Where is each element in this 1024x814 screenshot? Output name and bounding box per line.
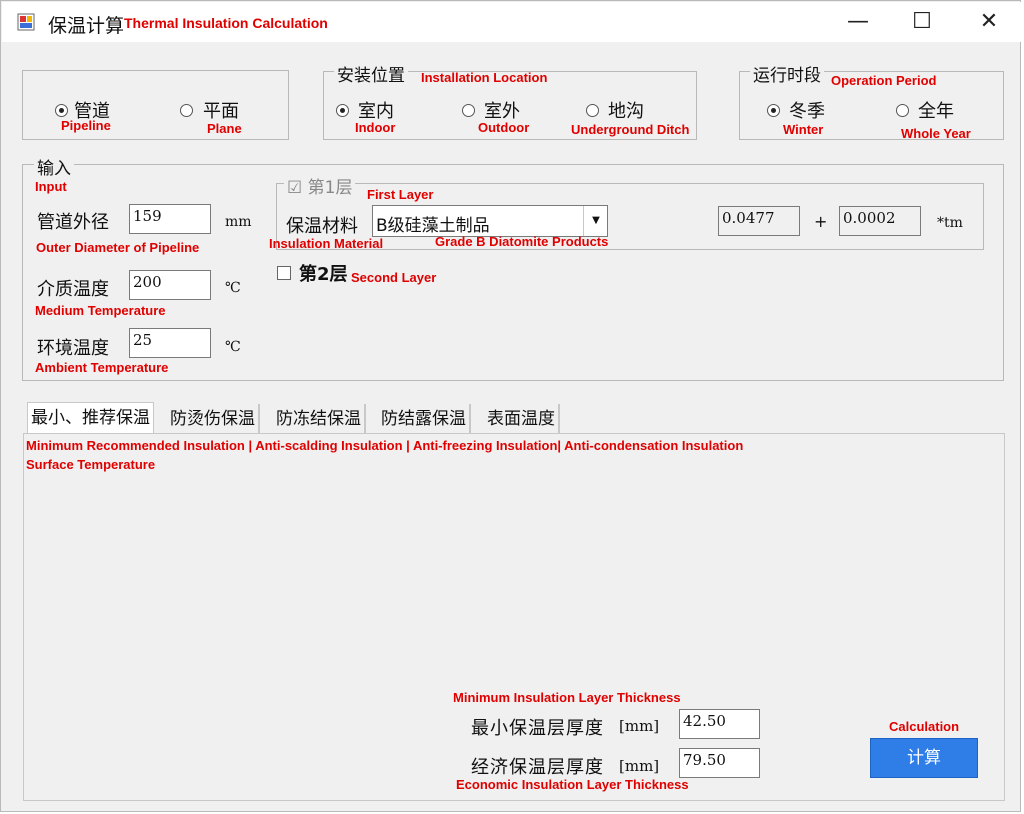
econ-thickness-label: 经济保温层厚度 [471, 757, 604, 778]
tab-anti-condensation[interactable]: 防结露保温 [378, 404, 471, 434]
medium-temp-input[interactable]: 200 [129, 270, 211, 300]
outer-diameter-annotation: Outer Diameter of Pipeline [36, 240, 200, 255]
close-button[interactable]: ✕ [959, 2, 1019, 42]
econ-thickness-unit: [mm] [619, 757, 660, 775]
pipeline-annotation: Pipeline [61, 118, 111, 133]
indoor-annotation: Indoor [355, 120, 396, 135]
tab-surface-temperature[interactable]: 表面温度 [484, 404, 560, 434]
winter-annotation: Winter [783, 122, 824, 137]
plane-annotation: Plane [207, 121, 242, 136]
radio-plane[interactable] [180, 104, 193, 117]
first-layer-annotation: First Layer [367, 187, 434, 202]
min-thickness-unit: [mm] [619, 717, 660, 735]
min-thickness-label: 最小保温层厚度 [471, 718, 604, 739]
second-layer-label[interactable]: 第2层 [299, 260, 348, 286]
insulation-material-label: 保温材料 [286, 216, 358, 237]
ambient-temp-annotation: Ambient Temperature [35, 360, 169, 375]
ambient-temp-label: 环境温度 [37, 338, 109, 359]
radio-pipeline[interactable] [55, 104, 68, 117]
coefficient-a-field: 0.0477 [718, 206, 800, 236]
first-layer-label: 第1层 [307, 178, 353, 198]
input-legend: 输入 [34, 154, 74, 179]
second-layer-annotation: Second Layer [351, 270, 437, 285]
radio-indoor[interactable] [336, 104, 349, 117]
tabs-annotation-line2: Surface Temperature [26, 457, 156, 472]
app-window: 保温计算 Thermal Insulation Calculation — ☐ … [0, 0, 1021, 812]
plus-sign: + [814, 212, 828, 231]
radio-outdoor[interactable] [462, 104, 475, 117]
ambient-temp-input[interactable]: 25 [129, 328, 211, 358]
chevron-down-icon[interactable]: ▼ [583, 206, 608, 236]
insulation-material-select[interactable]: B级硅藻土制品 ▼ [372, 205, 608, 237]
min-thickness-field[interactable]: 42.50 [679, 709, 760, 739]
medium-temp-label: 介质温度 [37, 279, 109, 300]
install-location-annotation: Installation Location [421, 70, 548, 85]
outer-diameter-label: 管道外径 [37, 212, 109, 233]
first-layer-legend: ☑ 第1层 [284, 173, 356, 198]
outdoor-annotation: Outdoor [478, 120, 530, 135]
tabs-annotation-line1: Minimum Recommended Insulation | Anti-sc… [26, 438, 744, 453]
second-layer-checkbox[interactable] [277, 266, 291, 280]
radio-winter-label[interactable]: 冬季 [789, 97, 825, 123]
material-value-annotation: Grade B Diatomite Products [435, 234, 609, 249]
insulation-material-annotation: Insulation Material [269, 236, 384, 251]
econ-thickness-field[interactable]: 79.50 [679, 748, 760, 778]
tab-panel [23, 433, 1005, 801]
ambient-temp-unit: ℃ [225, 339, 241, 355]
radio-winter[interactable] [767, 104, 780, 117]
tab-anti-scalding[interactable]: 防烫伤保温 [167, 404, 260, 434]
maximize-button[interactable]: ☐ [892, 2, 952, 42]
econ-thickness-annotation: Economic Insulation Layer Thickness [456, 777, 689, 792]
window-title: 保温计算 [48, 15, 125, 37]
coefficient-b-field: 0.0002 [839, 206, 921, 236]
radio-underground-ditch[interactable] [586, 104, 599, 117]
install-location-legend: 安装位置 [334, 61, 408, 86]
minimize-button[interactable]: — [828, 2, 888, 42]
input-annotation: Input [35, 179, 67, 194]
tab-anti-freezing[interactable]: 防冻结保温 [273, 404, 366, 434]
medium-temp-unit: ℃ [225, 280, 241, 296]
operation-period-annotation: Operation Period [831, 73, 937, 88]
whole-year-annotation: Whole Year [901, 126, 971, 141]
app-icon [17, 13, 35, 31]
outer-diameter-input[interactable]: 159 [129, 204, 211, 234]
radio-whole-year-label[interactable]: 全年 [918, 97, 954, 123]
first-layer-check-icon[interactable]: ☑ [287, 178, 302, 198]
insulation-material-value: B级硅藻土制品 [376, 216, 490, 236]
title-bar: 保温计算 Thermal Insulation Calculation — ☐ … [2, 2, 1021, 42]
radio-whole-year[interactable] [896, 104, 909, 117]
window-title-annotation: Thermal Insulation Calculation [124, 15, 328, 31]
underground-ditch-annotation: Underground Ditch [571, 122, 690, 137]
operation-period-legend: 运行时段 [750, 61, 824, 86]
coefficient-unit: *tm [937, 215, 963, 231]
medium-temp-annotation: Medium Temperature [35, 303, 166, 318]
outer-diameter-unit: mm [225, 214, 252, 230]
radio-underground-ditch-label[interactable]: 地沟 [608, 97, 644, 123]
radio-plane-label[interactable]: 平面 [203, 97, 239, 123]
tab-min-recommended[interactable]: 最小、推荐保温 [27, 402, 154, 435]
calc-button-annotation: Calculation [889, 719, 960, 734]
min-thickness-annotation: Minimum Insulation Layer Thickness [453, 690, 681, 705]
calculate-button[interactable]: 计算 [870, 738, 978, 778]
